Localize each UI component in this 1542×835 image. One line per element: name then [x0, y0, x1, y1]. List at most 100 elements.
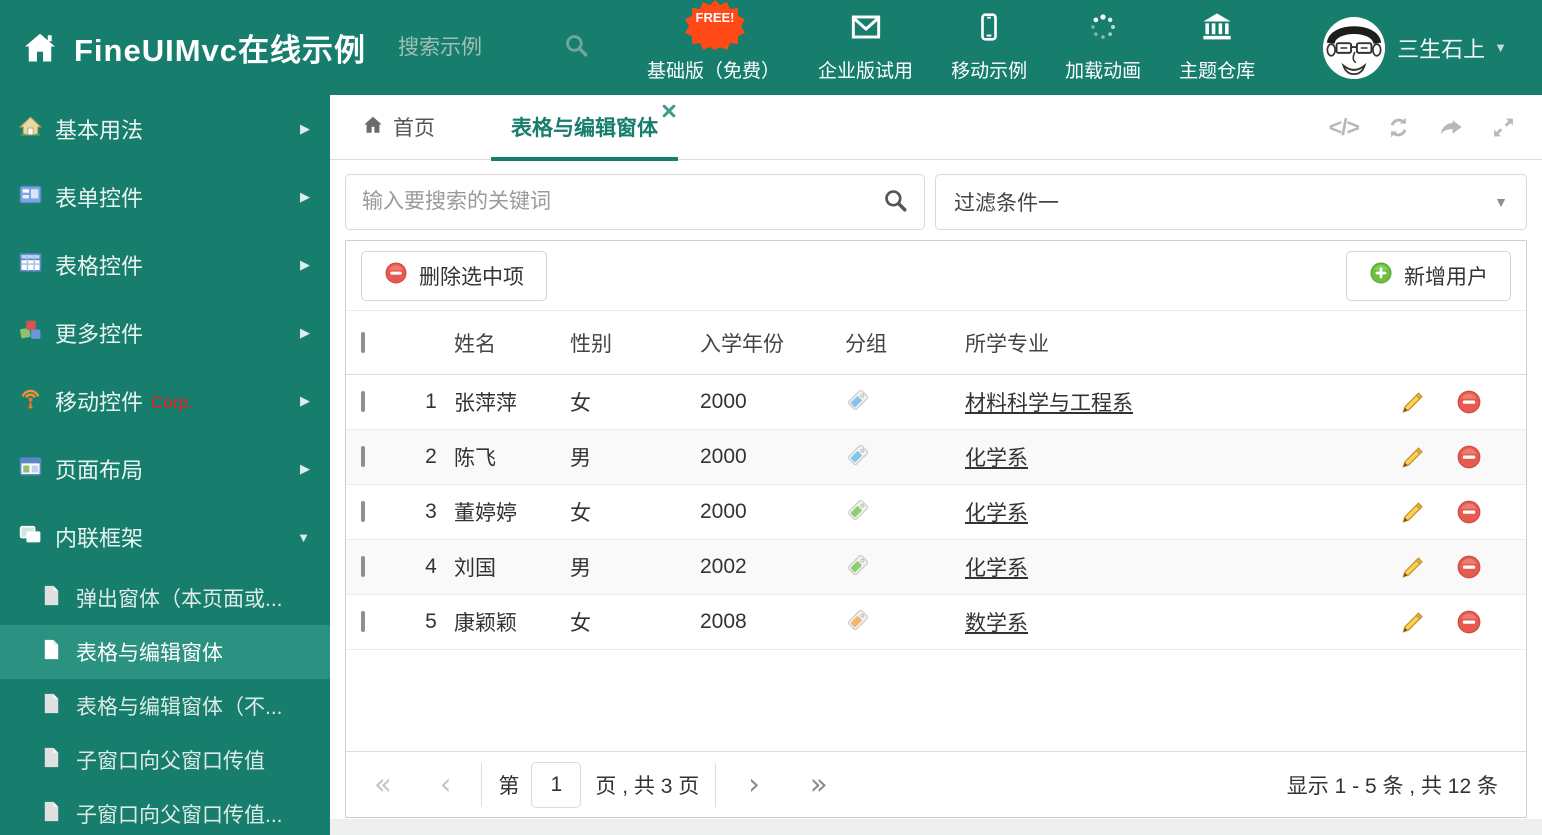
file-icon — [40, 692, 63, 720]
sidebar-item-grid-controls[interactable]: 表格控件 ▶ — [0, 231, 330, 299]
user-menu[interactable]: 三生石上 ▼ — [1397, 32, 1507, 64]
file-icon — [40, 638, 63, 666]
pagination-bar: « ‹ 第 页 , 共 3 页 › » 显示 1 - 5 条 , 共 12 条 — [346, 751, 1526, 817]
major-link[interactable]: 化学系 — [965, 502, 1028, 525]
prev-page-button[interactable]: ‹ — [440, 770, 452, 799]
delete-icon[interactable] — [1456, 609, 1482, 635]
nav-label: 加载动画 — [1065, 61, 1142, 82]
file-icon — [40, 800, 63, 828]
cell-gender: 男 — [570, 447, 591, 470]
sidebar-subitem-child-to-parent[interactable]: 子窗口向父窗口传值 — [0, 733, 330, 787]
row-checkbox[interactable] — [361, 501, 365, 522]
keyword-search-input[interactable] — [362, 190, 882, 214]
delete-icon[interactable] — [1456, 444, 1482, 470]
table-row: 1 张萍萍 女 2000 材料科学与工程系 — [346, 375, 1526, 430]
tab-home[interactable]: 首页 — [362, 112, 435, 142]
frames-icon — [18, 522, 43, 552]
grid-panel: 删除选中项 新增用户 姓名 性别 入学年份 分组 所学专业 1 张萍萍 女 20… — [345, 240, 1527, 818]
delete-icon[interactable] — [1456, 554, 1482, 580]
sidebar-subitem-child-to-parent-2[interactable]: 子窗口向父窗口传值... — [0, 787, 330, 835]
cell-gender: 女 — [570, 392, 591, 415]
chevron-right-icon: ▶ — [300, 189, 310, 204]
edit-icon[interactable] — [1398, 609, 1424, 635]
sidebar-subitem-popup-window[interactable]: 弹出窗体（本页面或... — [0, 571, 330, 625]
delete-icon[interactable] — [1456, 389, 1482, 415]
corp-badge: Corp. — [151, 393, 193, 412]
sidebar-item-page-layout[interactable]: 页面布局 ▶ — [0, 435, 330, 503]
nav-loading-animation-button[interactable]: 加载动画 — [1065, 12, 1141, 83]
grid-toolbar: 删除选中项 新增用户 — [346, 241, 1526, 311]
major-link[interactable]: 材料科学与工程系 — [965, 392, 1133, 415]
delete-selected-button[interactable]: 删除选中项 — [361, 250, 547, 301]
grid-icon — [18, 250, 43, 280]
tab-bar: 首页 表格与编辑窗体 </> — [330, 95, 1542, 161]
sidebar-item-inline-frame[interactable]: 内联框架 ▼ — [0, 503, 330, 571]
delete-icon[interactable] — [1456, 499, 1482, 525]
chevron-right-icon: ▶ — [300, 325, 310, 340]
avatar[interactable] — [1323, 16, 1386, 79]
source-code-icon[interactable]: </> — [1329, 114, 1360, 141]
next-page-button[interactable]: › — [748, 770, 760, 799]
home-tab-icon — [362, 114, 384, 141]
column-header-name[interactable]: 姓名 — [454, 328, 570, 358]
tab-grid-edit-window[interactable]: 表格与编辑窗体 — [491, 95, 678, 161]
search-icon[interactable] — [563, 32, 589, 63]
header-search-input[interactable] — [398, 35, 564, 60]
tag-icon — [845, 607, 965, 638]
row-number: 3 — [425, 500, 437, 523]
page-prefix: 第 — [498, 774, 520, 798]
row-number: 5 — [425, 610, 437, 633]
sidebar-item-form-controls[interactable]: 表单控件 ▶ — [0, 163, 330, 231]
row-checkbox[interactable] — [361, 391, 365, 412]
minus-circle-icon — [384, 261, 408, 290]
nav-label: 企业版试用 — [818, 61, 914, 82]
table-row: 3 董婷婷 女 2000 化学系 — [346, 485, 1526, 540]
sidebar: 基本用法 ▶ 表单控件 ▶ 表格控件 ▶ 更多控件 ▶ 移动控件 Corp. ▶… — [0, 95, 330, 835]
nav-enterprise-trial-button[interactable]: 企业版试用 — [818, 12, 913, 83]
edit-icon[interactable] — [1398, 554, 1424, 580]
edit-icon[interactable] — [1398, 499, 1424, 525]
major-link[interactable]: 数学系 — [965, 612, 1028, 635]
sidebar-item-mobile-controls[interactable]: 移动控件 Corp. ▶ — [0, 367, 330, 435]
row-checkbox[interactable] — [361, 611, 365, 632]
sidebar-item-label: 表格控件 — [55, 254, 144, 279]
home-icon[interactable] — [22, 30, 58, 66]
page-number-input[interactable] — [531, 761, 582, 808]
tag-icon — [845, 552, 965, 583]
sidebar-subitem-grid-edit-window[interactable]: 表格与编辑窗体 — [0, 625, 330, 679]
keyword-search-box — [345, 174, 925, 230]
sidebar-subitem-grid-edit-window-2[interactable]: 表格与编辑窗体（不... — [0, 679, 330, 733]
house-icon — [18, 114, 43, 144]
column-header-major[interactable]: 所学专业 — [965, 328, 1398, 358]
close-icon[interactable] — [662, 104, 676, 123]
expand-icon[interactable] — [1491, 115, 1516, 140]
sidebar-item-basic-usage[interactable]: 基本用法 ▶ — [0, 95, 330, 163]
nav-mobile-demo-button[interactable]: 移动示例 — [951, 12, 1027, 83]
edit-icon[interactable] — [1398, 389, 1424, 415]
first-page-button[interactable]: « — [374, 770, 392, 799]
row-checkbox[interactable] — [361, 446, 365, 467]
chevron-right-icon: ▶ — [300, 393, 310, 408]
active-tab-underline — [491, 156, 678, 161]
last-page-button[interactable]: » — [810, 770, 828, 799]
search-icon[interactable] — [882, 187, 908, 218]
major-link[interactable]: 化学系 — [965, 447, 1028, 470]
column-header-year[interactable]: 入学年份 — [700, 328, 845, 358]
sidebar-item-more-controls[interactable]: 更多控件 ▶ — [0, 299, 330, 367]
add-user-button[interactable]: 新增用户 — [1346, 250, 1511, 301]
column-header-gender[interactable]: 性别 — [570, 328, 700, 358]
share-icon[interactable] — [1438, 114, 1465, 141]
row-number: 2 — [425, 445, 437, 468]
starburst-icon — [685, 0, 745, 50]
column-header-group[interactable]: 分组 — [845, 328, 965, 358]
refresh-icon[interactable] — [1385, 114, 1412, 141]
sidebar-item-label: 更多控件 — [55, 322, 144, 347]
nav-theme-repo-button[interactable]: 主题仓库 — [1179, 12, 1255, 83]
edit-icon[interactable] — [1398, 444, 1424, 470]
row-checkbox[interactable] — [361, 556, 365, 577]
filter-dropdown[interactable]: 过滤条件一 ▼ — [935, 174, 1527, 230]
sidebar-item-label: 移动控件 — [55, 390, 144, 415]
tag-icon — [845, 442, 965, 473]
major-link[interactable]: 化学系 — [965, 557, 1028, 580]
select-all-checkbox[interactable] — [361, 331, 365, 353]
